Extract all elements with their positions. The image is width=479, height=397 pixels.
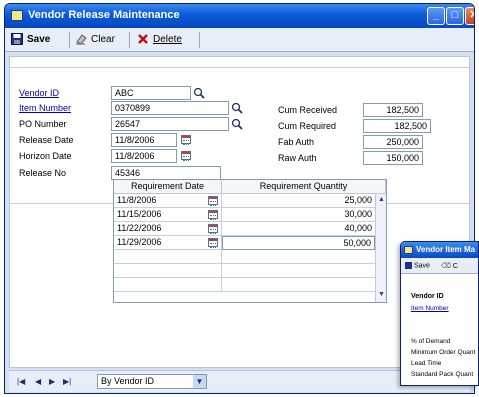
std-pack-label: Standard Pack Quant	[411, 371, 474, 378]
delete-label: Delete	[153, 33, 182, 45]
grid-date-cell[interactable]: 11/15/2006	[114, 208, 222, 222]
last-record-icon[interactable]: ▶|	[63, 377, 71, 386]
previous-record-icon[interactable]: ◀	[35, 377, 41, 386]
vendor-id-label: Vendor ID	[411, 293, 444, 300]
toolbar-separator	[199, 32, 200, 48]
save-icon	[11, 33, 23, 45]
po-number-field[interactable]: 26547	[111, 117, 229, 131]
app-icon	[11, 10, 23, 21]
grid-date-cell[interactable]: 11/8/2006	[114, 194, 222, 208]
chevron-down-icon[interactable]: ▼	[193, 375, 206, 388]
grid-date-cell[interactable]: 11/22/2006	[114, 222, 222, 236]
toolbar: Save ⌫ C	[401, 258, 478, 274]
window-title: Vendor Item Ma	[416, 245, 476, 254]
save-label: Save	[27, 33, 51, 45]
sort-by-value: By Vendor ID	[101, 376, 155, 386]
calendar-icon[interactable]	[208, 238, 218, 248]
title-bar: Vendor Item Ma	[401, 242, 478, 258]
po-lookup-icon[interactable]	[231, 118, 243, 130]
vendor-id-label[interactable]: Vendor ID	[19, 88, 59, 98]
release-date-calendar-icon[interactable]	[181, 135, 191, 145]
delete-x-icon	[138, 34, 148, 44]
save-button[interactable]: Save	[405, 262, 430, 269]
save-label: Save	[413, 262, 430, 270]
cum-received-label: Cum Received	[278, 105, 338, 115]
grid-empty-cell[interactable]	[222, 264, 375, 278]
toolbar-separator	[129, 32, 130, 48]
scroll-up-icon[interactable]: ▲	[377, 195, 386, 204]
release-no-label: Release No	[19, 168, 67, 178]
vendor-id-field[interactable]: ABC	[111, 86, 191, 100]
calendar-icon[interactable]	[208, 196, 218, 206]
first-record-icon[interactable]: |◀	[17, 377, 25, 386]
grid-scrollbar[interactable]: ▲ ▼	[375, 194, 386, 302]
eraser-icon	[76, 34, 87, 45]
cum-required-field[interactable]: 182,500	[363, 119, 431, 133]
cum-required-label: Cum Required	[278, 121, 337, 131]
grid-header-quantity[interactable]: Requirement Quantity	[222, 180, 386, 194]
item-number-label[interactable]: Item Number	[19, 103, 71, 113]
horizon-date-label: Horizon Date	[19, 151, 72, 161]
grid-empty-cell[interactable]	[222, 250, 375, 264]
toolbar: Save Clear Delete	[5, 28, 474, 52]
grid-quantity-cell[interactable]: 40,000	[222, 222, 375, 236]
clear-button[interactable]: ⌫ C	[441, 262, 458, 270]
toolbar-separator	[69, 32, 70, 48]
grid-empty-cell[interactable]	[114, 264, 222, 278]
grid-empty-cell[interactable]	[114, 278, 222, 292]
release-date-label: Release Date	[19, 135, 74, 145]
grid-quantity-cell[interactable]: 30,000	[222, 208, 375, 222]
min-order-label: Minimum Order Quant	[411, 349, 476, 356]
delete-button[interactable]: Delete	[137, 33, 182, 45]
vendor-item-window[interactable]: Vendor Item Ma Save ⌫ C Vendor ID Item N…	[400, 241, 479, 386]
save-icon	[405, 262, 412, 269]
next-record-icon[interactable]: ▶	[49, 377, 55, 386]
grid-quantity-cell[interactable]: 25,000	[222, 194, 375, 208]
calendar-icon[interactable]	[208, 224, 218, 234]
horizon-date-field[interactable]: 11/8/2006	[111, 149, 177, 163]
calendar-icon[interactable]	[208, 210, 218, 220]
item-number-label[interactable]: Item Number	[411, 305, 449, 312]
clear-label: Clear	[91, 33, 115, 45]
title-bar: Vendor Release Maintenance _ □ ✕	[5, 4, 474, 28]
grid-date-cell[interactable]: 11/29/2006	[114, 236, 222, 250]
release-no-field[interactable]: 45346	[111, 166, 221, 180]
raw-auth-field[interactable]: 150,000	[363, 151, 423, 165]
grid-quantity-cell-active[interactable]: 50,000	[222, 236, 375, 250]
vendor-lookup-icon[interactable]	[193, 87, 205, 99]
grid-empty-cell[interactable]	[114, 250, 222, 264]
window-title: Vendor Release Maintenance	[28, 9, 180, 21]
clear-label: C	[452, 263, 458, 270]
maximize-button[interactable]: □	[446, 7, 464, 25]
grid-header-date[interactable]: Requirement Date	[114, 180, 222, 194]
po-number-label: PO Number	[19, 119, 67, 129]
item-lookup-icon[interactable]	[231, 102, 243, 114]
raw-auth-label: Raw Auth	[278, 153, 317, 163]
lead-time-label: Lead Time	[411, 360, 442, 367]
pct-demand-label: % of Demand	[411, 338, 451, 345]
clear-button[interactable]: Clear	[75, 33, 115, 45]
release-date-field[interactable]: 11/8/2006	[111, 133, 177, 147]
minimize-button[interactable]: _	[427, 7, 445, 25]
cum-received-field[interactable]: 182,500	[363, 103, 423, 117]
item-number-field[interactable]: 0370899	[111, 101, 229, 115]
horizon-date-calendar-icon[interactable]	[181, 151, 191, 161]
scroll-down-icon[interactable]: ▼	[377, 290, 386, 299]
fab-auth-label: Fab Auth	[278, 137, 315, 147]
sort-by-select[interactable]: By Vendor ID ▼	[97, 374, 207, 389]
fab-auth-field[interactable]: 250,000	[363, 135, 423, 149]
eraser-icon: ⌫	[441, 263, 451, 270]
grid-empty-cell[interactable]	[222, 278, 375, 292]
save-button[interactable]: Save	[11, 33, 50, 45]
close-button[interactable]: ✕	[465, 7, 474, 25]
divider	[10, 67, 469, 68]
requirements-grid: Requirement Date Requirement Quantity 11…	[113, 179, 387, 303]
app-icon	[404, 246, 413, 254]
